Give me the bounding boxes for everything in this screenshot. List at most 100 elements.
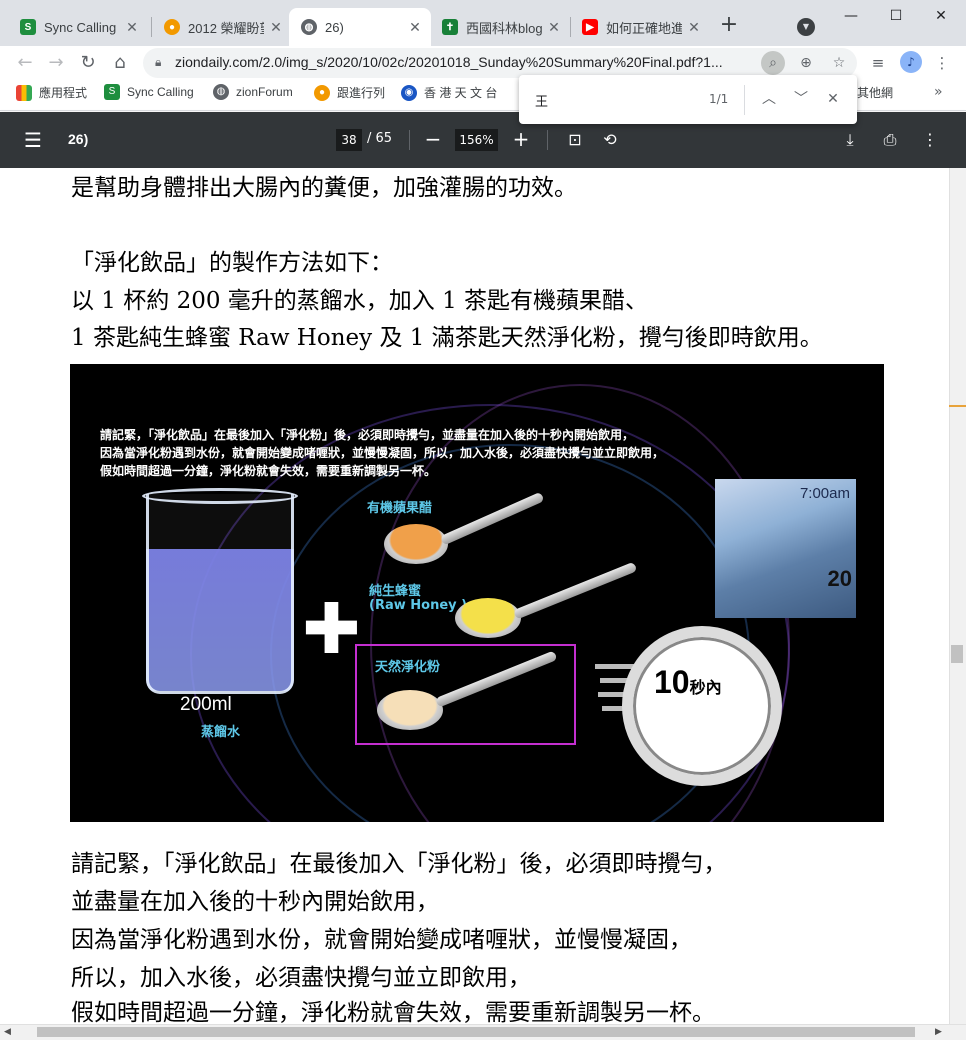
chrome-menu-icon[interactable]: ⋮	[930, 51, 954, 75]
spoon-label-powder: 天然淨化粉	[375, 660, 441, 675]
figure-note: 假如時間超過一分鐘，淨化粉就會失效，需要重新調製另一杯。	[100, 464, 437, 478]
sync-calling-icon: S	[104, 84, 120, 100]
bookmark-other[interactable]: 其他網	[857, 84, 893, 101]
close-window-button[interactable]: ✕	[918, 4, 964, 28]
vertical-scroll-thumb[interactable]	[951, 645, 963, 663]
forward-button[interactable]: →	[43, 50, 69, 76]
close-icon[interactable]: ✕	[821, 87, 845, 111]
horizontal-scroll-thumb[interactable]	[37, 1027, 915, 1037]
tab-strip: S Sync Calling ✕ ● 2012 榮耀盼望 ✕ ◍ 26) ✕ ✝…	[0, 0, 966, 46]
download-icon[interactable]: ⤓	[838, 128, 862, 152]
close-icon[interactable]: ✕	[124, 19, 140, 36]
tab-active-pdf[interactable]: ◍ 26) ✕	[289, 8, 431, 46]
bookmark-zionforum[interactable]: ◍ zionForum	[213, 84, 293, 100]
volume-label: 200ml	[180, 694, 232, 715]
bookmark-label: Sync Calling	[127, 85, 194, 99]
close-icon[interactable]: ✕	[546, 19, 562, 36]
lock-icon[interactable]: 🔒︎	[155, 55, 161, 70]
anime-photo: 7:00am 20	[715, 479, 856, 618]
more-actions-icon[interactable]: ⋮	[918, 128, 942, 152]
toolbar-divider	[409, 130, 410, 150]
page-number-input[interactable]: 38	[336, 129, 362, 151]
figure-note: 請記緊，「淨化飲品」在最後加入「淨化粉」後，必須即時攪勻，並盡量在加入後的十秒內…	[100, 428, 635, 442]
photo-time: 7:00am	[799, 485, 850, 502]
rotate-icon[interactable]: ⟲	[598, 128, 622, 152]
zoom-icon[interactable]: ⊕	[794, 51, 818, 75]
honey-spoon	[455, 598, 521, 638]
timer-label: 10秒內	[654, 664, 722, 701]
pizza-icon: ●	[314, 84, 330, 101]
spoon-label-honey: 純生蜂蜜	[369, 584, 422, 599]
bookmark-label: 跟進行列	[337, 86, 386, 100]
scroll-right-arrow[interactable]: ▶	[935, 1027, 942, 1037]
minimize-button[interactable]: —	[828, 4, 874, 28]
instruction-illustration: 請記緊，「淨化飲品」在最後加入「淨化粉」後，必須即時攪勻，並盡量在加入後的十秒內…	[70, 364, 884, 822]
zoom-in-button[interactable]: +	[509, 127, 533, 151]
globe-favicon: ◍	[301, 19, 317, 35]
close-icon[interactable]: ✕	[407, 19, 423, 36]
body-text: 1 茶匙純生蜂蜜 Raw Honey 及 1 滿茶匙天然淨化粉，攪勻後即時飲用。	[71, 325, 823, 351]
find-bar: 王 1/1 ︿ ﹀ ✕	[519, 75, 857, 124]
body-text: 所以，加入水後，必須盡快攪勻並立即飲用，	[71, 965, 531, 991]
bookmark-label: 其他網	[857, 86, 894, 100]
vertical-scrollbar[interactable]	[949, 168, 966, 1024]
tab-2012[interactable]: ● 2012 榮耀盼望 ✕	[152, 8, 292, 46]
maximize-button[interactable]: ☐	[873, 4, 919, 28]
water-glass	[146, 494, 294, 694]
volume-sublabel: 蒸餾水	[201, 725, 241, 740]
address-bar[interactable]: 🔒︎ ziondaily.com/2.0/img_s/2020/10/02c/2…	[143, 48, 857, 78]
stopwatch-icon	[622, 626, 782, 786]
toolbar-divider	[547, 130, 548, 150]
profile-avatar[interactable]: ♪	[900, 51, 922, 73]
media-control-icon[interactable]: ≡	[866, 51, 890, 75]
close-icon[interactable]: ✕	[268, 19, 284, 36]
youtube-favicon: ▶	[582, 19, 598, 35]
bookmark-label: 香 港 天 文 台	[424, 86, 498, 100]
spoon-label-vinegar: 有機蘋果醋	[367, 501, 433, 516]
chevron-up-icon[interactable]: ︿	[757, 87, 781, 111]
find-input[interactable]: 王	[535, 91, 548, 110]
home-button[interactable]: ⌂	[107, 50, 133, 76]
chevron-right-icon[interactable]: »	[934, 84, 943, 100]
page-total: / 65	[367, 131, 393, 146]
observatory-icon: ◉	[401, 84, 417, 101]
find-in-page-icon[interactable]: ⌕	[761, 51, 785, 75]
pizza-favicon: ●	[164, 19, 180, 35]
body-text: 假如時間超過一分鐘，淨化粉就會失效，需要重新調製另一杯。	[71, 1000, 715, 1024]
bookmark-apps[interactable]: 應用程式	[16, 84, 87, 101]
bookmark-label: 應用程式	[39, 86, 88, 100]
figure-note: 因為當淨化粉遇到水份，就會開始變成啫喱狀，並慢慢凝固，所以，加入水後，必須盡快攪…	[100, 446, 665, 460]
zoom-out-button[interactable]: −	[421, 127, 445, 151]
tab-sync-calling[interactable]: S Sync Calling ✕	[8, 8, 148, 46]
powder-spoon	[377, 690, 443, 730]
tab-title: 26)	[325, 19, 344, 35]
chevron-down-icon[interactable]: ﹀	[789, 87, 813, 111]
bookmark-observatory[interactable]: ◉ 香 港 天 文 台	[401, 84, 497, 101]
bookmark-sync-calling[interactable]: S Sync Calling	[104, 84, 194, 100]
reload-button[interactable]: ↻	[75, 50, 101, 76]
hamburger-menu-icon[interactable]: ☰	[24, 128, 42, 152]
zoom-level-input[interactable]: 156%	[455, 129, 498, 151]
bookmark-follow-up[interactable]: ● 跟進行列	[314, 84, 385, 101]
plus-icon: ✚	[302, 588, 361, 670]
tab-title: 如何正確地進	[606, 20, 682, 36]
find-divider	[744, 85, 745, 115]
cross-favicon: ✝	[442, 19, 458, 35]
body-text: 以 1 杯約 200 毫升的蒸餾水，加入 1 茶匙有機蘋果醋、	[71, 288, 649, 314]
apps-grid-icon	[16, 84, 32, 101]
new-tab-button[interactable]: +	[717, 14, 741, 38]
back-button[interactable]: ←	[12, 50, 38, 76]
body-text: 請記緊，「淨化飲品」在最後加入「淨化粉」後，必須即時攪勻，	[71, 851, 727, 877]
tab-youtube[interactable]: ▶ 如何正確地進 ✕	[570, 8, 710, 46]
body-text: 並盡量在加入後的十秒內開始飲用，	[71, 889, 439, 915]
find-match-marker	[949, 405, 966, 407]
tab-search-icon[interactable]: ▼	[797, 18, 815, 36]
scroll-left-arrow[interactable]: ◀	[4, 1027, 11, 1037]
bookmark-star-icon[interactable]: ☆	[827, 51, 851, 75]
tab-blog[interactable]: ✝ 西國科林blog ✕	[430, 8, 570, 46]
fit-to-page-icon[interactable]: ⊡	[563, 128, 587, 152]
bookmark-label: zionForum	[236, 85, 293, 99]
sync-calling-favicon: S	[20, 19, 36, 35]
close-icon[interactable]: ✕	[686, 19, 702, 36]
print-icon[interactable]: ⎙	[878, 128, 902, 152]
